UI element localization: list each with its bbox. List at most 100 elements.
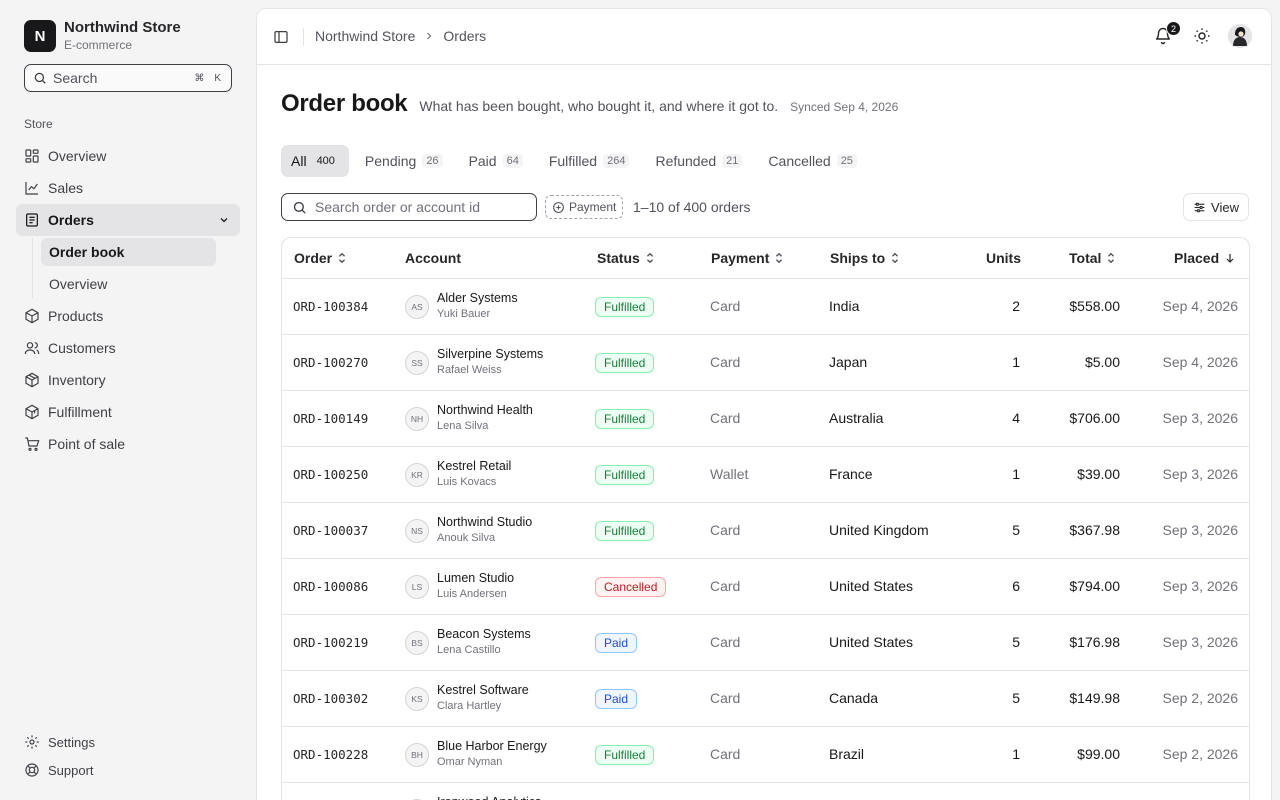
breadcrumb-store[interactable]: Northwind Store <box>315 28 415 44</box>
account-person: Lena Castillo <box>437 644 501 656</box>
table-row[interactable]: ORD-100228 BH Blue Harbor Energy Omar Nyman… <box>282 727 1249 783</box>
account-person: Anouk Silva <box>437 532 496 544</box>
theme-toggle-button[interactable] <box>1193 27 1211 45</box>
order-id[interactable]: ORD-100037 <box>293 523 368 538</box>
table-row[interactable]: ORD-100384 AS Alder Systems Yuki Bauer Fulfi… <box>282 279 1249 335</box>
table-row[interactable]: ORD-100086 LS Lumen Studio Luis Andersen Can… <box>282 559 1249 615</box>
breadcrumb-orders[interactable]: Orders <box>443 28 486 44</box>
brand-logo: N <box>24 20 56 52</box>
table-row[interactable]: ORD-100149 NH Northwind Health Lena Silva Fu… <box>282 391 1249 447</box>
account-avatar: BH <box>405 743 429 767</box>
sidebar-support[interactable]: Support <box>24 762 94 778</box>
sidebar-settings[interactable]: Settings <box>24 734 95 750</box>
lifebuoy-icon <box>24 762 40 778</box>
search-icon <box>292 200 307 215</box>
units: 5 <box>1012 522 1020 538</box>
sort-icon <box>774 252 784 264</box>
sidebar-subitem-overview[interactable]: Overview <box>41 270 216 298</box>
order-id[interactable]: ORD-100384 <box>293 299 368 314</box>
sidebar-item-point-of-sale[interactable]: Point of sale <box>16 428 240 460</box>
table-row[interactable]: Ironwood Analytics <box>282 783 1249 800</box>
tab-count: 264 <box>603 154 630 168</box>
account-name: Kestrel Retail <box>437 459 512 473</box>
search-shortcut: ⌘ K <box>194 72 221 84</box>
payment-method: Card <box>710 522 741 538</box>
ships-to: Japan <box>829 354 868 370</box>
sidebar-subitem-order-book[interactable]: Order book <box>41 238 216 266</box>
tab-count: 64 <box>502 154 523 168</box>
top-bar: Northwind Store Orders 2 <box>257 9 1271 65</box>
sliders-icon <box>1193 201 1206 214</box>
account-name: Kestrel Software <box>437 683 529 697</box>
orders-table: Order Account Status Payment Ships to Un… <box>281 237 1250 800</box>
order-id[interactable]: ORD-100302 <box>293 691 368 706</box>
column-order[interactable]: Order <box>294 250 347 266</box>
table-row[interactable]: ORD-100219 BS Beacon Systems Lena Castillo P… <box>282 615 1249 671</box>
placed-date: Sep 4, 2026 <box>1162 298 1238 314</box>
tab-cancelled[interactable]: Cancelled 25 <box>758 145 867 177</box>
cart-icon <box>24 436 40 452</box>
sidebar-item-products[interactable]: Products <box>16 300 240 332</box>
payment-filter-button[interactable]: Payment <box>545 195 624 219</box>
brand[interactable]: N Northwind Store E-commerce <box>24 19 181 53</box>
units: 1 <box>1012 354 1020 370</box>
account-name: Northwind Studio <box>437 515 533 529</box>
sync-status: Synced Sep 4, 2026 <box>790 100 899 114</box>
payment-method: Card <box>710 298 741 314</box>
sidebar-search-placeholder: Search <box>53 70 98 86</box>
sidebar-item-sales[interactable]: Sales <box>16 172 240 204</box>
tab-paid[interactable]: Paid 64 <box>459 145 533 177</box>
account-cell: Northwind Health Lena Silva <box>437 402 533 434</box>
order-id[interactable]: ORD-100270 <box>293 355 368 370</box>
column-ships-to[interactable]: Ships to <box>830 250 900 266</box>
column-status[interactable]: Status <box>597 250 655 266</box>
topbar-divider <box>303 28 304 46</box>
sidebar-item-label: Inventory <box>48 372 106 388</box>
placed-date: Sep 3, 2026 <box>1162 410 1238 426</box>
column-payment[interactable]: Payment <box>711 250 784 266</box>
tab-fulfilled[interactable]: Fulfilled 264 <box>539 145 640 177</box>
order-id[interactable]: ORD-100228 <box>293 747 368 762</box>
status-badge: Fulfilled <box>595 521 655 541</box>
column-total[interactable]: Total <box>1069 250 1116 266</box>
order-search-input[interactable]: Search order or account id <box>281 193 537 221</box>
order-id[interactable]: ORD-100219 <box>293 635 368 650</box>
sidebar-item-overview[interactable]: Overview <box>16 140 240 172</box>
placed-date: Sep 3, 2026 <box>1162 634 1238 650</box>
order-id[interactable]: ORD-100149 <box>293 411 368 426</box>
tab-pending[interactable]: Pending 26 <box>355 145 453 177</box>
sidebar-item-inventory[interactable]: Inventory <box>16 364 240 396</box>
tab-all[interactable]: All 400 <box>281 145 349 177</box>
account-person: Omar Nyman <box>437 756 503 768</box>
truck-icon <box>24 404 40 420</box>
account-cell: Alder Systems Yuki Bauer <box>437 290 518 322</box>
sidebar-search[interactable]: Search ⌘ K <box>24 64 232 92</box>
table-row[interactable]: ORD-100270 SS Silverpine Systems Rafael Wei… <box>282 335 1249 391</box>
status-badge: Paid <box>595 633 638 653</box>
tab-refunded[interactable]: Refunded 21 <box>645 145 752 177</box>
account-avatar: NS <box>405 519 429 543</box>
table-row[interactable]: ORD-100250 KR Kestrel Retail Luis Kovacs Ful… <box>282 447 1249 503</box>
order-id[interactable]: ORD-100086 <box>293 579 368 594</box>
order-total: $706.00 <box>1069 410 1120 426</box>
units: 5 <box>1012 634 1020 650</box>
column-account: Account <box>405 250 461 266</box>
column-placed[interactable]: Placed <box>1174 250 1236 266</box>
order-id[interactable]: ORD-100250 <box>293 467 368 482</box>
account-cell: Kestrel Software Clara Hartley <box>437 682 529 714</box>
account-cell: Northwind Studio Anouk Silva <box>437 514 532 546</box>
sort-icon <box>645 252 655 264</box>
view-options-button[interactable]: View <box>1183 193 1249 221</box>
account-person: Rafael Weiss <box>437 364 502 376</box>
table-row[interactable]: ORD-100037 NS Northwind Studio Anouk Silva F… <box>282 503 1249 559</box>
sidebar-item-label: Overview <box>48 148 107 164</box>
status-cell: Paid <box>595 633 638 653</box>
chevron-down-icon <box>218 214 230 226</box>
sidebar-item-orders[interactable]: Orders <box>16 204 240 236</box>
user-avatar[interactable] <box>1228 24 1252 48</box>
table-row[interactable]: ORD-100302 KS Kestrel Software Clara Hartle… <box>282 671 1249 727</box>
account-person: Luis Kovacs <box>437 476 497 488</box>
sidebar-item-customers[interactable]: Customers <box>16 332 240 364</box>
sidebar-item-fulfillment[interactable]: Fulfillment <box>16 396 240 428</box>
sidebar-toggle-button[interactable] <box>269 25 293 49</box>
